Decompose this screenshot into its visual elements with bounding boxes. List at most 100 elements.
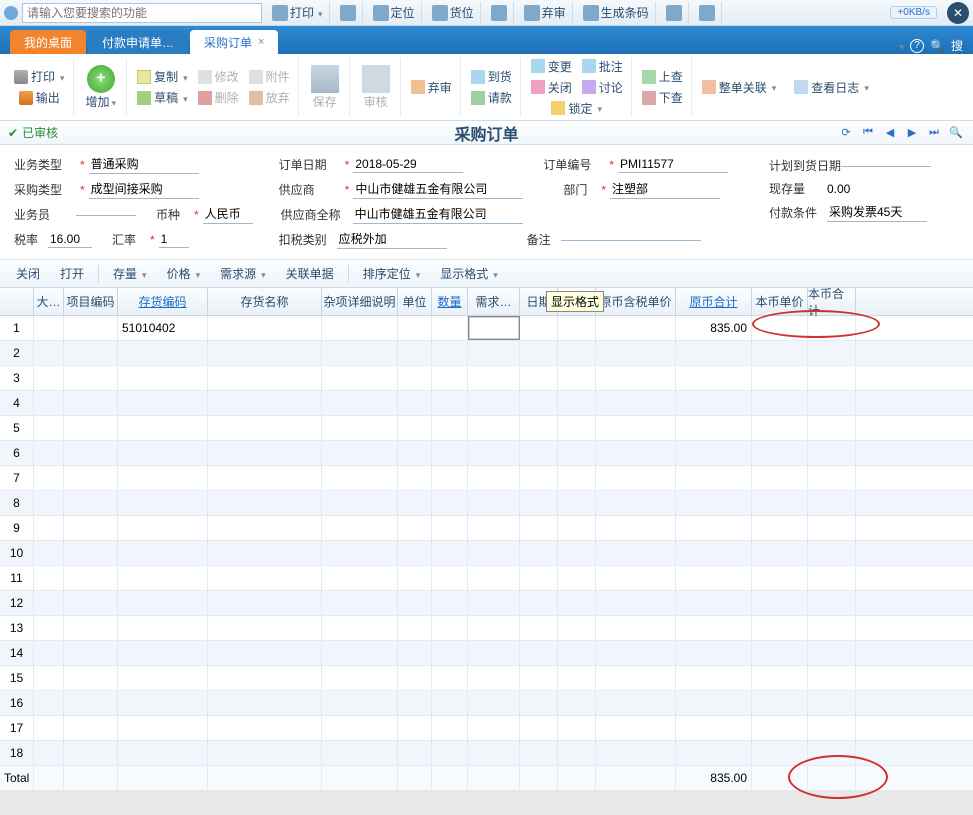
grid-cell[interactable] xyxy=(596,366,676,390)
dept-field[interactable]: 注塑部 xyxy=(610,180,720,199)
grid-cell[interactable] xyxy=(676,716,752,740)
grid-cell[interactable] xyxy=(752,466,808,490)
grid-cell[interactable] xyxy=(558,691,596,715)
grid-cell[interactable] xyxy=(558,741,596,765)
grid-cell[interactable] xyxy=(808,641,856,665)
col-inventory-code[interactable]: 存货编码 xyxy=(118,288,208,315)
refresh-button[interactable]: ⟳ xyxy=(837,124,855,142)
audit-button[interactable]: 审核 xyxy=(356,62,396,113)
grid-display-button[interactable]: 显示格式 xyxy=(434,263,504,284)
grid-cell[interactable] xyxy=(752,641,808,665)
col-orig-total[interactable]: 原币合计 xyxy=(676,288,752,315)
grid-cell[interactable] xyxy=(558,416,596,440)
delete-button[interactable]: 删除 xyxy=(194,87,243,108)
currency-field[interactable]: 人民币 xyxy=(203,205,253,224)
grid-cell[interactable] xyxy=(432,416,468,440)
grid-cell[interactable] xyxy=(398,566,432,590)
grid-cell[interactable] xyxy=(322,691,398,715)
grid-cell[interactable] xyxy=(558,666,596,690)
table-row[interactable]: 3 xyxy=(0,366,973,391)
grid-cell[interactable] xyxy=(596,541,676,565)
arrive-button[interactable]: 到货 xyxy=(467,66,516,87)
grid-cell[interactable] xyxy=(208,566,322,590)
grid-cell[interactable] xyxy=(558,391,596,415)
prev-record-button[interactable]: ◀ xyxy=(881,124,899,142)
grid-cell[interactable] xyxy=(596,566,676,590)
sys-edit-button[interactable] xyxy=(485,2,514,24)
grid-cell[interactable] xyxy=(432,466,468,490)
grid-open-button[interactable]: 打开 xyxy=(54,263,90,284)
grid-cell[interactable] xyxy=(432,441,468,465)
grid-cell[interactable] xyxy=(34,466,64,490)
col-unit[interactable]: 单位 xyxy=(398,288,432,315)
grid-cell[interactable] xyxy=(34,491,64,515)
grid-cell[interactable] xyxy=(676,516,752,540)
grid-cell[interactable] xyxy=(520,591,558,615)
grid-cell[interactable] xyxy=(468,591,520,615)
grid-cell[interactable] xyxy=(398,541,432,565)
col-quantity[interactable]: 数量 xyxy=(432,288,468,315)
close-tab-icon[interactable]: × xyxy=(258,36,264,48)
grid-cell[interactable] xyxy=(558,641,596,665)
table-row[interactable]: 15 xyxy=(0,666,973,691)
grid-cell[interactable]: 3 xyxy=(0,366,34,390)
giveup-button[interactable]: 放弃 xyxy=(245,87,294,108)
grid-cell[interactable] xyxy=(34,566,64,590)
edit-button[interactable]: 修改 xyxy=(194,66,243,87)
col-demand[interactable]: 需求… xyxy=(468,288,520,315)
table-row[interactable]: 9 xyxy=(0,516,973,541)
grid-cell[interactable] xyxy=(208,716,322,740)
col-misc-desc[interactable]: 杂项详细说明 xyxy=(322,288,398,315)
grid-cell[interactable] xyxy=(208,591,322,615)
table-row[interactable]: 10 xyxy=(0,541,973,566)
grid-cell[interactable] xyxy=(64,416,118,440)
grid-cell[interactable] xyxy=(676,441,752,465)
grid-cell[interactable] xyxy=(468,691,520,715)
grid-cell[interactable] xyxy=(64,466,118,490)
grid-cell[interactable] xyxy=(208,316,322,340)
grid-cell[interactable] xyxy=(468,441,520,465)
grid-cell[interactable] xyxy=(558,441,596,465)
grid-cell[interactable] xyxy=(596,616,676,640)
grid-cell[interactable]: 10 xyxy=(0,541,34,565)
table-row[interactable]: 7 xyxy=(0,466,973,491)
grid-cell[interactable] xyxy=(432,391,468,415)
grid-cell[interactable] xyxy=(676,691,752,715)
table-row[interactable]: 18 xyxy=(0,741,973,766)
grid-cell[interactable] xyxy=(34,416,64,440)
grid-cell[interactable]: 11 xyxy=(0,566,34,590)
grid-cell[interactable] xyxy=(808,691,856,715)
grid-cell[interactable] xyxy=(398,641,432,665)
tab-dropdown-icon[interactable] xyxy=(898,39,905,53)
grid-cell[interactable] xyxy=(34,641,64,665)
draft-button[interactable]: 草稿 xyxy=(133,87,192,108)
grid-cell[interactable] xyxy=(596,741,676,765)
grid-cell[interactable] xyxy=(520,641,558,665)
grid-cell[interactable]: 16 xyxy=(0,691,34,715)
grid-cell[interactable] xyxy=(558,716,596,740)
approve-note-button[interactable]: 批注 xyxy=(578,56,627,77)
grid-cell[interactable] xyxy=(596,691,676,715)
grid-cell[interactable] xyxy=(808,716,856,740)
grid-cell[interactable] xyxy=(676,666,752,690)
grid-cell[interactable] xyxy=(118,416,208,440)
grid-cell[interactable] xyxy=(468,666,520,690)
grid-cell[interactable]: 7 xyxy=(0,466,34,490)
grid-cell[interactable] xyxy=(322,366,398,390)
grid-cell[interactable] xyxy=(520,741,558,765)
grid-cell[interactable] xyxy=(676,541,752,565)
grid-cell[interactable] xyxy=(118,566,208,590)
grid-cell[interactable] xyxy=(64,616,118,640)
grid-cell[interactable]: 13 xyxy=(0,616,34,640)
grid-cell[interactable] xyxy=(432,616,468,640)
grid-cell[interactable] xyxy=(432,716,468,740)
grid-cell[interactable] xyxy=(676,466,752,490)
grid-cell[interactable] xyxy=(208,441,322,465)
sys-location-button[interactable]: 货位 xyxy=(426,2,481,24)
grid-cell[interactable] xyxy=(64,666,118,690)
deduct-field[interactable]: 应税外加 xyxy=(337,230,447,249)
grid-cell[interactable] xyxy=(808,591,856,615)
grid-cell[interactable] xyxy=(432,741,468,765)
grid-cell[interactable] xyxy=(676,491,752,515)
print-button[interactable]: 打印 xyxy=(10,66,69,87)
